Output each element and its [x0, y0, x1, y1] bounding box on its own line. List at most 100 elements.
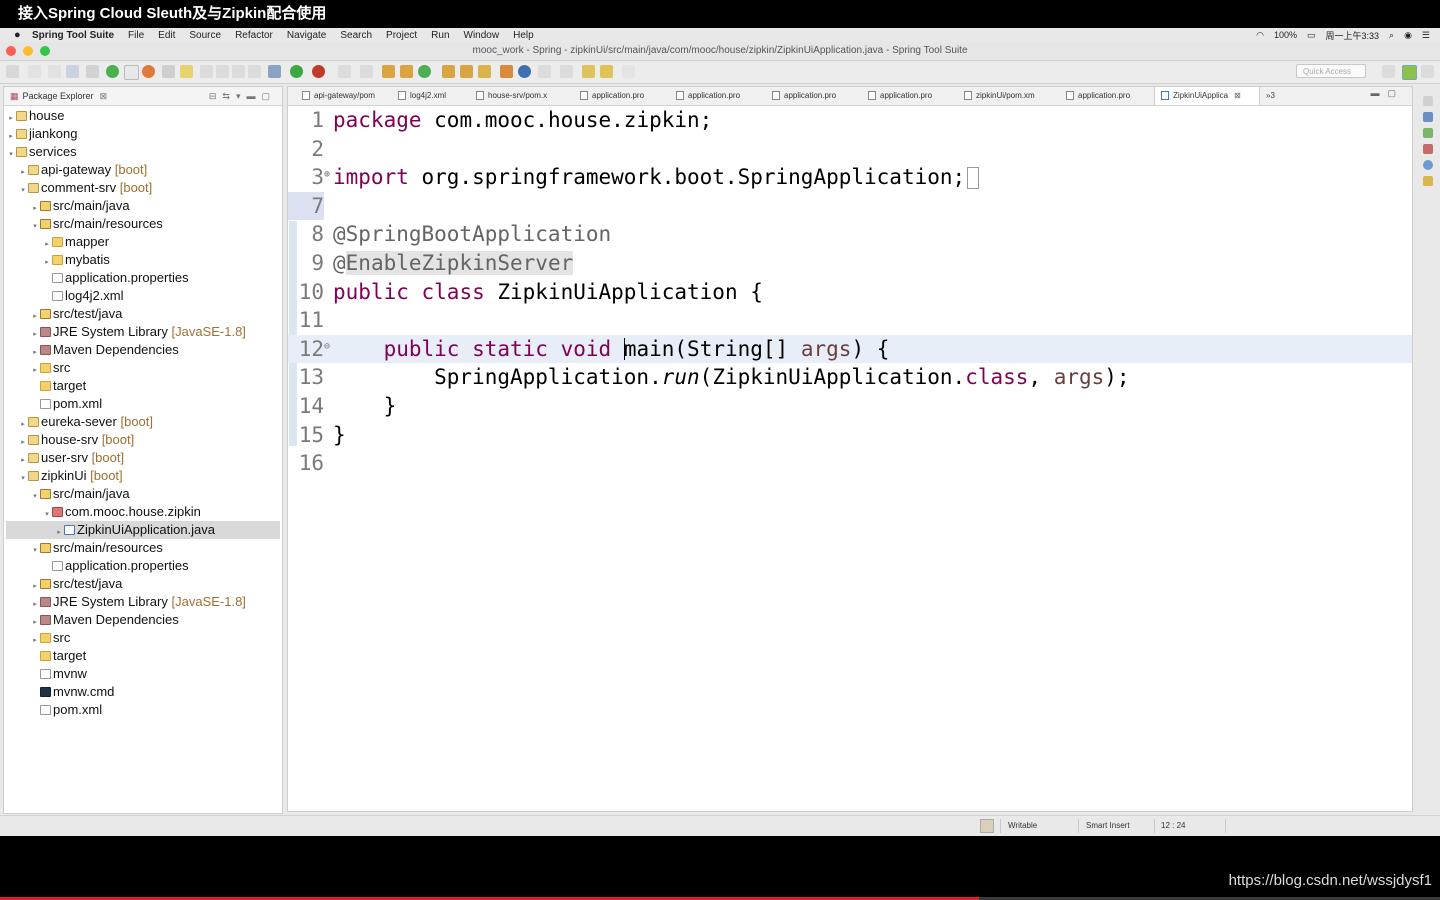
maximize-editor-icon[interactable]: ▢	[1387, 88, 1404, 98]
collapse-arrow-icon[interactable]: ▾	[18, 182, 28, 200]
external-tools-icon[interactable]	[360, 65, 373, 78]
status-trim-icon[interactable]	[980, 819, 994, 833]
tree-item[interactable]: ▾ src/main/java	[30, 485, 129, 506]
toggle-icon[interactable]	[200, 65, 213, 78]
word-wrap-icon[interactable]	[232, 65, 245, 78]
tree-item[interactable]: pom.xml	[30, 395, 102, 413]
wifi-icon[interactable]: ◠	[1256, 30, 1264, 41]
run-last-tool-icon[interactable]	[312, 65, 325, 78]
globe-icon[interactable]	[518, 65, 531, 78]
menu-navigate[interactable]: Navigate	[287, 30, 326, 41]
tree-item[interactable]: ▾ services	[6, 143, 76, 164]
tree-item[interactable]: mvnw.cmd	[30, 683, 114, 701]
restore-icon[interactable]	[1423, 96, 1433, 106]
tree-item[interactable]: log4j2.xml	[42, 287, 124, 305]
editor-tab[interactable]: zipkinUi/pom.xm	[958, 87, 1056, 105]
menu-project[interactable]: Project	[386, 30, 417, 41]
editor-tab[interactable]: application.pro	[862, 87, 954, 105]
editor-tab[interactable]: application.pro	[574, 87, 666, 105]
open-file-icon[interactable]	[124, 65, 139, 80]
spotlight-icon[interactable]: ⌕	[1389, 30, 1394, 41]
code-line[interactable]: 12 ⊖ public static void main(String[] arg…	[288, 334, 1412, 363]
collapse-arrow-icon[interactable]: ▾	[30, 218, 40, 236]
tree-item[interactable]: ▸ Maven Dependencies	[30, 341, 179, 359]
menu-search[interactable]: Search	[340, 30, 372, 41]
code-line[interactable]: 8 @SpringBootApplication	[288, 220, 1412, 248]
tree-item[interactable]: mvnw	[30, 665, 87, 683]
code-line[interactable]: 7	[288, 191, 1412, 220]
expand-fold-icon[interactable]: ⊕	[324, 163, 330, 187]
tree-item[interactable]: application.properties	[42, 269, 189, 287]
collapse-fold-icon[interactable]: ⊖	[324, 335, 330, 359]
tree-item[interactable]: ▸ ZipkinUiApplication.java	[6, 521, 280, 539]
maximize-view-icon[interactable]: ▢	[261, 91, 276, 101]
collapse-arrow-icon[interactable]: ▾	[30, 542, 40, 560]
menu-help[interactable]: Help	[513, 30, 534, 41]
coverage-icon[interactable]	[338, 65, 351, 78]
pin-icon[interactable]	[162, 65, 175, 78]
close-view-icon[interactable]: ⊠	[100, 91, 108, 102]
code-line[interactable]: 1 package com.mooc.house.zipkin;	[288, 106, 1412, 134]
new-java-project-icon[interactable]	[382, 65, 395, 78]
tree-item[interactable]: ▾ comment-srv [boot]	[18, 179, 152, 197]
previous-annotation-icon[interactable]	[560, 65, 573, 78]
new-package-icon[interactable]	[400, 65, 413, 78]
tree-item[interactable]: application.properties	[42, 557, 189, 575]
tree-item[interactable]: ▸ src	[30, 359, 70, 377]
tree-item[interactable]: ▸ eureka-sever [boot]	[18, 413, 153, 431]
editor-tab[interactable]: application.pro	[766, 87, 858, 105]
tree-item[interactable]: ▾ com.mooc.house.zipkin	[42, 503, 201, 521]
new-class-icon[interactable]	[418, 65, 431, 78]
menu-run[interactable]: Run	[431, 30, 449, 41]
tree-item[interactable]: ▸ mapper	[42, 233, 109, 251]
problems-view-icon[interactable]	[1423, 144, 1433, 154]
tree-item[interactable]: ▾ src/main/resources	[30, 215, 163, 233]
menu-refactor[interactable]: Refactor	[235, 30, 273, 41]
code-line[interactable]: 16	[288, 449, 1412, 477]
open-type-icon[interactable]	[442, 65, 455, 78]
status-insert-mode[interactable]: Smart Insert	[1086, 821, 1130, 830]
editor-tab[interactable]: application.pro	[1060, 87, 1150, 105]
menu-file[interactable]: File	[128, 30, 144, 41]
save-icon[interactable]	[28, 65, 41, 78]
skip-breakpoints-icon[interactable]	[86, 65, 99, 78]
console-view-icon[interactable]	[1423, 160, 1433, 170]
editor-tab[interactable]: house-srv/pom.x	[470, 87, 570, 105]
terminal-icon[interactable]	[66, 65, 79, 78]
code-line[interactable]: 2	[288, 135, 1412, 163]
menu-window[interactable]: Window	[464, 30, 500, 41]
save-all-icon[interactable]	[48, 65, 61, 78]
status-cursor-position[interactable]: 12 : 24	[1161, 821, 1185, 830]
siri-icon[interactable]: ◉	[1404, 30, 1412, 41]
quick-access-field[interactable]: Quick Access	[1296, 64, 1366, 78]
open-perspective-icon[interactable]	[500, 65, 513, 78]
editor-tab[interactable]: application.pro	[670, 87, 762, 105]
minimize-editor-icon[interactable]: ▬	[1370, 88, 1387, 98]
tree-item[interactable]: ▸ jiankong	[6, 125, 77, 143]
history-back-icon[interactable]	[600, 65, 613, 78]
collapse-arrow-icon[interactable]: ▾	[30, 488, 40, 506]
notification-center-icon[interactable]: ☰	[1422, 30, 1430, 41]
block-select-icon[interactable]	[216, 65, 229, 78]
apple-icon[interactable]: ●	[14, 29, 32, 41]
folded-import-box[interactable]	[967, 167, 980, 190]
collapse-arrow-icon[interactable]: ▾	[18, 470, 28, 488]
search-toolbar-icon[interactable]	[478, 65, 491, 78]
collapse-arrow-icon[interactable]: ▾	[6, 146, 16, 164]
run-icon[interactable]	[290, 65, 303, 78]
editor-tab[interactable]: log4j2.xml	[392, 87, 466, 105]
whitespace-icon[interactable]	[248, 65, 261, 78]
java-perspective-icon[interactable]	[1421, 65, 1434, 78]
boot-dashboard-icon[interactable]	[106, 65, 119, 78]
tree-item[interactable]: ▸ src/test/java	[30, 305, 122, 323]
minimize-view-icon[interactable]: ▬	[246, 91, 261, 101]
next-annotation-icon[interactable]	[538, 65, 551, 78]
back-icon[interactable]	[582, 65, 595, 78]
code-line[interactable]: 9 @EnableZipkinServer	[288, 249, 1412, 277]
tab-overflow-indicator[interactable]: »3	[1266, 87, 1275, 105]
tree-item[interactable]: target	[30, 647, 86, 665]
open-perspective-button-icon[interactable]	[1382, 65, 1395, 78]
code-line[interactable]: 11	[288, 306, 1412, 334]
code-line[interactable]: 3 ⊕ import org.springframework.boot.Spring…	[288, 163, 1412, 191]
code-line[interactable]: 14 }	[288, 392, 1412, 420]
